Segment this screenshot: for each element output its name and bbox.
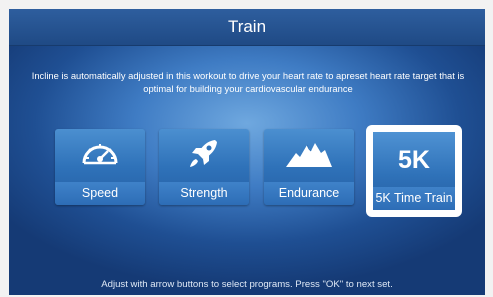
selected-tile-content: 5K 5K Time Train bbox=[373, 132, 455, 210]
program-tile-endurance[interactable]: Endurance bbox=[264, 129, 354, 205]
program-label-endurance: Endurance bbox=[264, 182, 354, 205]
program-label-5k-time-train: 5K Time Train bbox=[373, 187, 455, 210]
5k-icon: 5K bbox=[398, 146, 430, 174]
page-title: Train bbox=[227, 17, 267, 36]
program-label-strength: Strength bbox=[159, 182, 249, 205]
mountain-icon bbox=[264, 137, 354, 173]
program-tile-speed[interactable]: Speed bbox=[55, 129, 145, 205]
title-bar: Train bbox=[9, 9, 485, 46]
workout-description: Incline is automatically adjusted in thi… bbox=[31, 70, 465, 94]
program-label-speed: Speed bbox=[55, 182, 145, 205]
speedometer-icon bbox=[55, 137, 145, 173]
program-tile-strength[interactable]: Strength bbox=[159, 129, 249, 205]
instructions-footer: Adjust with arrow buttons to select prog… bbox=[101, 279, 393, 290]
train-screen: Train Incline is automatically adjusted … bbox=[9, 9, 485, 295]
rocket-icon bbox=[159, 137, 249, 173]
program-tile-5k-time-train[interactable]: 5K 5K Time Train bbox=[366, 125, 462, 217]
